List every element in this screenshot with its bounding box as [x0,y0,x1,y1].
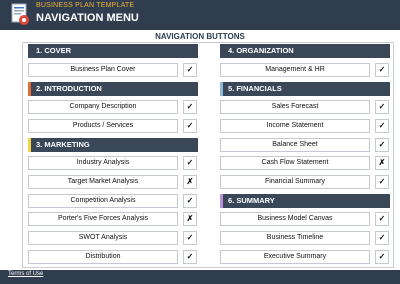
status-indicator: ✗ [183,212,197,226]
nav-button-company-description[interactable]: Company Description [28,100,178,114]
status-indicator: ✓ [183,250,197,264]
nav-button-target-market-analysis[interactable]: Target Market Analysis [28,175,178,189]
nav-button-distribution[interactable]: Distribution [28,250,178,264]
status-indicator: ✓ [375,119,389,133]
status-indicator: ✓ [183,231,197,245]
nav-button-swot-analysis[interactable]: SWOT Analysis [28,231,178,245]
section-accent [220,194,223,208]
app-header: BUSINESS PLAN TEMPLATE NAVIGATION MENU [0,0,400,30]
section-label: 2. INTRODUCTION [36,84,102,93]
section-accent [28,138,31,152]
nav-button-porters-five-forces[interactable]: Porter's Five Forces Analysis [28,212,178,226]
nav-button-balance-sheet[interactable]: Balance Sheet [220,138,370,152]
nav-button-business-timeline[interactable]: Business Timeline [220,231,370,245]
panel-title: NAVIGATION BUTTONS [155,32,245,41]
nav-button-industry-analysis[interactable]: Industry Analysis [28,156,178,170]
nav-button-executive-summary[interactable]: Executive Summary [220,250,370,264]
nav-button-business-model-canvas[interactable]: Business Model Canvas [220,212,370,226]
footer-bar: Terms of Use [0,270,400,284]
status-indicator: ✓ [375,100,389,114]
status-indicator: ✗ [183,175,197,189]
nav-button-cash-flow-statement[interactable]: Cash Flow Statement [220,156,370,170]
nav-button-competition-analysis[interactable]: Competition Analysis [28,194,178,208]
section-label: 3. MARKETING [36,140,90,149]
section-label: 1. COVER [36,46,72,55]
terms-of-use-link[interactable]: Terms of Use [8,271,43,277]
business-plan-document-icon [11,3,29,25]
status-indicator: ✓ [183,119,197,133]
nav-button-income-statement[interactable]: Income Statement [220,119,370,133]
section-label: 4. ORGANIZATION [228,46,294,55]
section-accent [28,44,31,58]
status-indicator: ✓ [183,156,197,170]
section-header-cover: 1. COVER [28,44,198,58]
nav-button-products-services[interactable]: Products / Services [28,119,178,133]
section-accent [220,82,223,96]
status-indicator: ✓ [375,250,389,264]
status-indicator: ✓ [375,175,389,189]
status-indicator: ✓ [183,194,197,208]
nav-button-financial-summary[interactable]: Financial Summary [220,175,370,189]
section-label: 6. SUMMARY [228,196,275,205]
nav-button-sales-forecast[interactable]: Sales Forecast [220,100,370,114]
page-title: NAVIGATION MENU [36,12,139,24]
section-accent [220,44,223,58]
status-indicator: ✓ [375,63,389,77]
status-indicator: ✓ [375,231,389,245]
nav-button-management-hr[interactable]: Management & HR [220,63,370,77]
status-indicator: ✓ [375,138,389,152]
section-header-organization: 4. ORGANIZATION [220,44,390,58]
status-indicator: ✓ [183,63,197,77]
status-indicator: ✓ [375,212,389,226]
section-accent [28,82,31,96]
section-header-introduction: 2. INTRODUCTION [28,82,198,96]
status-indicator: ✓ [183,100,197,114]
section-header-marketing: 3. MARKETING [28,138,198,152]
header-subtitle: BUSINESS PLAN TEMPLATE [36,2,135,9]
nav-button-business-plan-cover[interactable]: Business Plan Cover [28,63,178,77]
section-label: 5. FINANCIALS [228,84,282,93]
section-header-summary: 6. SUMMARY [220,194,390,208]
status-indicator: ✗ [375,156,389,170]
section-header-financials: 5. FINANCIALS [220,82,390,96]
